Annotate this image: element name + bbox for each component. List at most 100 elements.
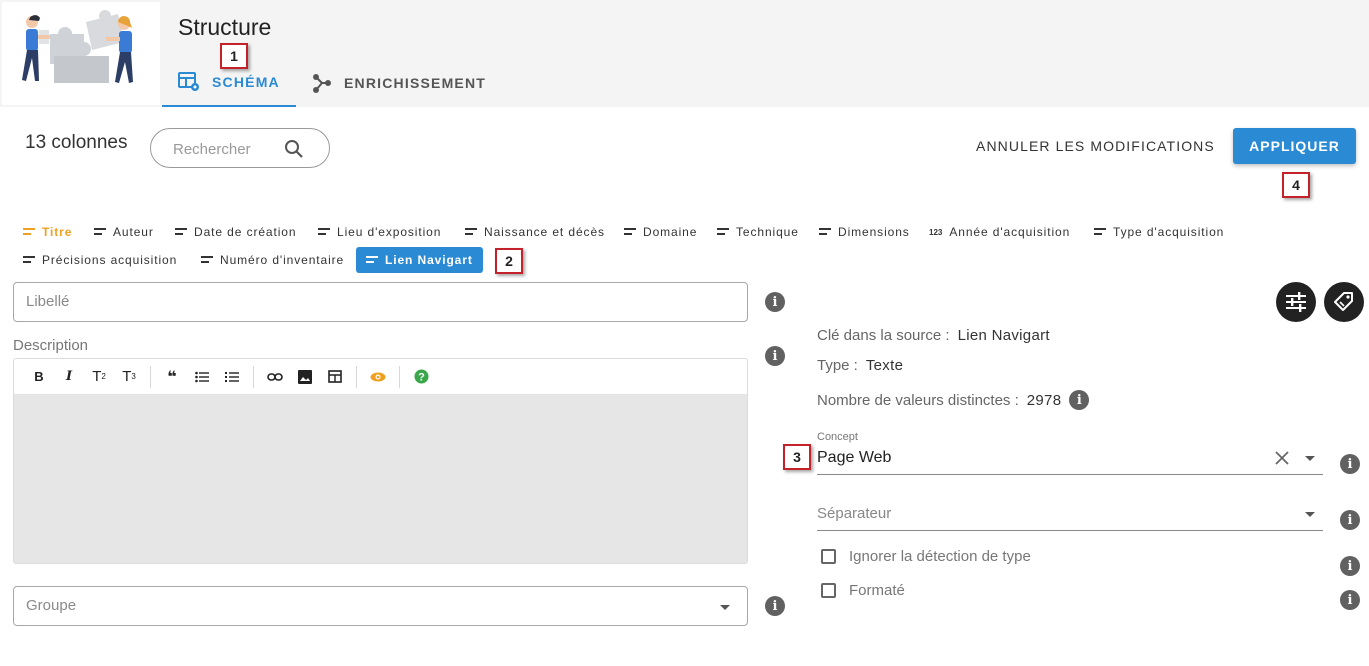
tab-enrichissement[interactable]: ENRICHISSEMENT xyxy=(312,59,486,107)
help-icon[interactable]: ? xyxy=(406,362,436,392)
numbered-list-icon[interactable] xyxy=(217,362,247,392)
ignore-type-detection-checkbox[interactable] xyxy=(821,549,836,564)
formatted-option[interactable]: Formaté xyxy=(821,582,905,599)
distinct-values-count: 2978 xyxy=(1026,391,1062,409)
tag-icon xyxy=(1334,292,1353,311)
column-chip-label: Lien Navigart xyxy=(385,253,473,267)
libelle-field[interactable]: Libellé xyxy=(13,282,748,322)
column-chip-precisions-acquisition[interactable]: Précisions acquisition xyxy=(23,247,177,273)
text-lines-icon xyxy=(717,228,729,236)
preview-eye-icon[interactable] xyxy=(363,362,393,392)
separator-select[interactable]: Séparateur xyxy=(817,505,891,522)
formatted-label: Formaté xyxy=(849,582,905,599)
column-chip-label: Domaine xyxy=(643,225,698,239)
dropdown-arrow-icon[interactable] xyxy=(1305,512,1315,517)
dropdown-arrow-icon xyxy=(720,605,730,610)
heading-2-button[interactable]: T2 xyxy=(84,362,114,392)
info-icon[interactable]: i xyxy=(1340,454,1360,474)
table-settings-icon xyxy=(178,72,200,92)
info-icon[interactable]: i xyxy=(765,292,785,312)
heading-3-button[interactable]: T3 xyxy=(114,362,144,392)
text-lines-icon xyxy=(318,228,330,236)
toolbar-divider xyxy=(356,365,357,388)
text-lines-icon xyxy=(1094,228,1106,236)
column-chip-label: Naissance et décès xyxy=(484,225,605,239)
text-lines-icon xyxy=(94,228,106,236)
concept-select-value[interactable]: Page Web xyxy=(817,449,891,467)
info-icon[interactable]: i xyxy=(765,346,785,366)
info-icon[interactable]: i xyxy=(1340,590,1360,610)
column-chip-type-acquisition[interactable]: Type d'acquisition xyxy=(1094,219,1224,245)
description-editor[interactable]: B I T2 T3 ❝ ? xyxy=(13,358,748,564)
type-row: Type : Texte xyxy=(817,357,903,374)
clear-icon[interactable] xyxy=(1274,450,1290,466)
groupe-placeholder: Groupe xyxy=(26,597,77,614)
bullet-list-icon[interactable] xyxy=(187,362,217,392)
column-chip-label: Technique xyxy=(736,225,799,239)
page-title: Structure xyxy=(178,14,272,40)
bold-button[interactable]: B xyxy=(24,362,54,392)
toolbar-divider xyxy=(150,365,151,388)
editor-toolbar: B I T2 T3 ❝ ? xyxy=(14,359,747,395)
column-chip-auteur[interactable]: Auteur xyxy=(94,219,154,245)
column-chip-label: Année d'acquisition xyxy=(949,225,1071,239)
annotation-badge-2: 2 xyxy=(495,248,523,274)
formatted-checkbox[interactable] xyxy=(821,583,836,598)
ignore-type-detection-option[interactable]: Ignorer la détection de type xyxy=(821,548,1031,565)
annotation-badge-4: 4 xyxy=(1282,172,1310,198)
cancel-changes-button[interactable]: ANNULER LES MODIFICATIONS xyxy=(968,132,1223,160)
groupe-select[interactable]: Groupe xyxy=(13,586,748,626)
search-box[interactable] xyxy=(150,128,330,168)
image-icon[interactable] xyxy=(290,362,320,392)
text-lines-icon xyxy=(175,228,187,236)
dropdown-arrow-icon[interactable] xyxy=(1305,456,1315,461)
column-chip-dimensions[interactable]: Dimensions xyxy=(819,219,910,245)
text-lines-icon xyxy=(366,256,378,264)
distinct-values-row: Nombre de valeurs distinctes : 2978 i xyxy=(817,390,1090,410)
text-lines-icon xyxy=(624,228,636,236)
quote-icon[interactable]: ❝ xyxy=(157,362,187,392)
column-chip-titre[interactable]: Titre xyxy=(23,219,72,245)
share-nodes-icon xyxy=(312,73,332,93)
separator-underline xyxy=(817,530,1323,531)
toolbar-divider xyxy=(253,365,254,388)
ignore-type-detection-label: Ignorer la détection de type xyxy=(849,548,1031,565)
column-chip-naissance-deces[interactable]: Naissance et décès xyxy=(465,219,605,245)
search-icon[interactable] xyxy=(284,139,304,159)
column-chip-lien-navigart[interactable]: Lien Navigart xyxy=(356,247,483,273)
italic-button[interactable]: I xyxy=(54,362,84,392)
column-chip-label: Dimensions xyxy=(838,225,910,239)
table-icon[interactable] xyxy=(320,362,350,392)
sliders-icon xyxy=(1286,292,1306,312)
info-icon[interactable]: i xyxy=(1069,390,1090,410)
puzzle-illustration xyxy=(2,2,160,105)
apply-button[interactable]: APPLIQUER xyxy=(1233,128,1356,164)
column-chip-domaine[interactable]: Domaine xyxy=(624,219,697,245)
info-icon[interactable]: i xyxy=(1340,556,1360,576)
text-lines-icon xyxy=(23,256,35,264)
column-count: 13 colonnes xyxy=(25,132,128,153)
settings-sliders-button[interactable] xyxy=(1276,282,1316,322)
toolbar-divider xyxy=(399,365,400,388)
search-input[interactable] xyxy=(173,138,283,160)
column-chip-numero-inventaire[interactable]: Numéro d'inventaire xyxy=(201,247,344,273)
type-label: Type : xyxy=(817,357,858,374)
annotation-badge-1: 1 xyxy=(220,43,248,69)
tag-button[interactable] xyxy=(1324,282,1364,322)
concept-label: Concept xyxy=(817,431,858,443)
libelle-placeholder: Libellé xyxy=(26,293,70,310)
source-key-label: Clé dans la source : xyxy=(817,327,950,344)
column-chip-annee-acquisition[interactable]: 123 Année d'acquisition xyxy=(929,219,1070,245)
column-chip-date-creation[interactable]: Date de création xyxy=(175,219,296,245)
tab-schema-label: SCHÉMA xyxy=(212,74,280,90)
source-key-row: Clé dans la source : Lien Navigart xyxy=(817,327,1050,344)
column-chip-label: Lieu d'exposition xyxy=(337,225,442,239)
description-label: Description xyxy=(13,337,89,354)
link-icon[interactable] xyxy=(260,362,290,392)
column-chip-label: Précisions acquisition xyxy=(42,253,178,267)
column-chip-technique[interactable]: Technique xyxy=(717,219,799,245)
info-icon[interactable]: i xyxy=(1340,510,1360,530)
concept-underline xyxy=(817,474,1323,475)
column-chip-lieu-exposition[interactable]: Lieu d'exposition xyxy=(318,219,441,245)
info-icon[interactable]: i xyxy=(765,596,785,616)
